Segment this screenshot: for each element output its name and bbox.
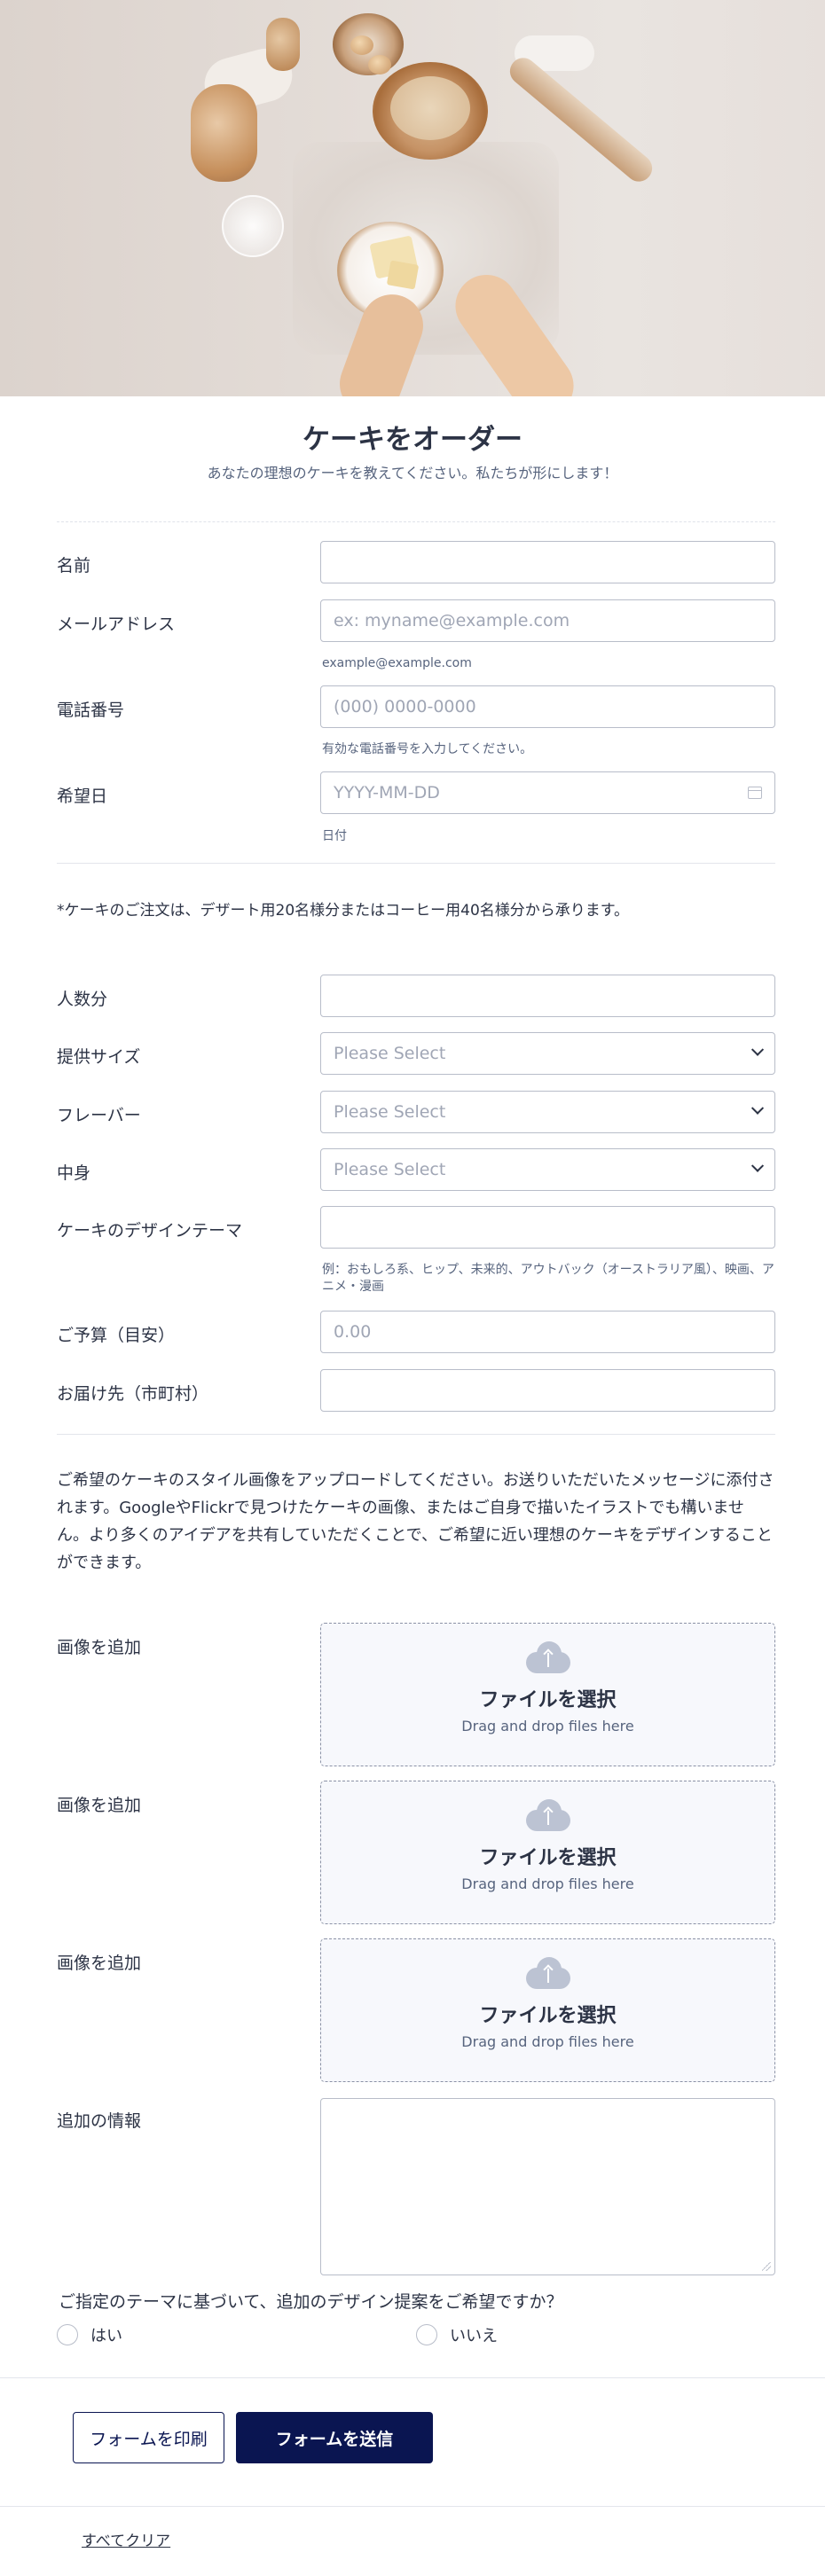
filling-selected: Please Select — [334, 1160, 446, 1179]
delivery-label: お届け先（市町村） — [57, 1384, 209, 1404]
size-select[interactable]: Please Select — [320, 1032, 775, 1075]
email-label: メールアドレス — [57, 615, 176, 634]
delivery-input[interactable] — [320, 1369, 775, 1412]
clear-all-link[interactable]: すべてクリア — [82, 2528, 170, 2550]
hero-butter-shape — [386, 260, 420, 290]
chevron-down-icon — [750, 1159, 765, 1172]
hero-pepper-shape — [266, 18, 300, 71]
drag-drop-hint: Drag and drop files here — [461, 1875, 634, 1892]
size-label: 提供サイズ — [57, 1047, 141, 1067]
date-input[interactable]: YYYY-MM-DD — [320, 771, 775, 814]
cloud-upload-icon — [525, 1957, 570, 1989]
email-sublabel: example@example.com — [322, 656, 472, 670]
choose-file-button[interactable]: ファイルを選択 — [479, 1842, 616, 1870]
header-divider — [57, 521, 775, 522]
form-title: ケーキをオーダー — [302, 424, 522, 456]
hero-jar-shape — [191, 84, 257, 182]
phone-placeholder: (000) 0000-0000 — [334, 697, 476, 716]
servings-input[interactable] — [320, 975, 775, 1017]
budget-input[interactable]: 0.00 — [320, 1311, 775, 1353]
file-upload-dropzone[interactable]: ファイルを選択 Drag and drop files here — [320, 1781, 775, 1924]
theme-input[interactable] — [320, 1206, 775, 1249]
chevron-down-icon — [750, 1043, 765, 1056]
resize-handle-icon[interactable] — [762, 2262, 771, 2271]
budget-placeholder: 0.00 — [334, 1322, 372, 1342]
radio-circle-icon[interactable] — [416, 2324, 437, 2345]
phone-input[interactable]: (000) 0000-0000 — [320, 685, 775, 728]
theme-sublabel: 例：おもしろ系、ヒップ、未来的、アウトバック（オーストラリア風）、映画、アニメ・… — [322, 1263, 774, 1294]
additional-info-textarea[interactable] — [320, 2098, 775, 2275]
budget-label: ご予算（目安） — [57, 1326, 176, 1345]
cloud-upload-icon — [525, 1799, 570, 1831]
print-form-button[interactable]: フォームを印刷 — [73, 2412, 224, 2463]
size-selected: Please Select — [334, 1044, 446, 1063]
chevron-down-icon — [750, 1101, 765, 1115]
phone-label: 電話番号 — [57, 701, 125, 720]
theme-label: ケーキのデザインテーマ — [57, 1221, 243, 1241]
flavor-select[interactable]: Please Select — [320, 1091, 775, 1133]
upload-note: ご希望のケーキのスタイル画像をアップロードしてください。お送りいただいたメッセー… — [57, 1471, 774, 1572]
date-placeholder: YYYY-MM-DD — [334, 783, 440, 803]
cake-order-form-page: ケーキをオーダー あなたの理想のケーキを教えてください。私たちが形にします！ 名… — [0, 0, 825, 2576]
upload-label: 画像を追加 — [57, 1638, 142, 1657]
flavor-label: フレーバー — [57, 1106, 141, 1125]
flavor-selected: Please Select — [334, 1102, 446, 1122]
calendar-icon[interactable] — [748, 787, 762, 799]
hero-egg-shape — [350, 35, 373, 55]
choose-file-button[interactable]: ファイルを選択 — [479, 1684, 616, 1712]
radio-label-yes: はい — [90, 2327, 122, 2345]
radio-label-no: いいえ — [450, 2327, 498, 2345]
order-note: *ケーキのご注文は、デザート用20名様分またはコーヒー用40名様分から承ります。 — [57, 902, 630, 920]
upload-label: 画像を追加 — [57, 1796, 142, 1815]
hero-baking-image — [0, 0, 825, 396]
filling-label: 中身 — [57, 1163, 91, 1183]
date-sublabel: 日付 — [322, 829, 347, 843]
phone-sublabel: 有効な電話番号を入力してください。 — [322, 742, 533, 756]
name-label: 名前 — [57, 556, 91, 575]
filling-select[interactable]: Please Select — [320, 1148, 775, 1191]
hero-glass-shape — [222, 195, 284, 257]
date-label: 希望日 — [57, 787, 108, 806]
email-placeholder: ex: myname@example.com — [334, 611, 570, 630]
form-subtitle: あなたの理想のケーキを教えてください。私たちが形にします！ — [207, 465, 618, 482]
name-input[interactable] — [320, 541, 775, 583]
design-question: ご指定のテーマに基づいて、追加のデザイン提案をご希望ですか？ — [59, 2292, 563, 2312]
choose-file-button[interactable]: ファイルを選択 — [479, 2000, 616, 2028]
actions-divider — [0, 2377, 825, 2378]
hero-batter-shape — [390, 76, 470, 140]
file-upload-dropzone[interactable]: ファイルを選択 Drag and drop files here — [320, 1938, 775, 2082]
email-input[interactable]: ex: myname@example.com — [320, 599, 775, 642]
drag-drop-hint: Drag and drop files here — [461, 2033, 634, 2050]
radio-option-no[interactable]: いいえ — [416, 2323, 498, 2346]
submit-form-button[interactable]: フォームを送信 — [236, 2412, 433, 2463]
file-upload-dropzone[interactable]: ファイルを選択 Drag and drop files here — [320, 1623, 775, 1766]
upload-label: 画像を追加 — [57, 1954, 142, 1973]
drag-drop-hint: Drag and drop files here — [461, 1718, 634, 1734]
section-divider — [57, 863, 775, 864]
hero-egg-shape — [368, 55, 391, 74]
radio-circle-icon[interactable] — [57, 2324, 78, 2345]
radio-option-yes[interactable]: はい — [57, 2323, 122, 2346]
footer-divider — [0, 2506, 825, 2507]
cloud-upload-icon — [525, 1641, 570, 1673]
section-divider — [57, 1434, 775, 1435]
additional-info-label: 追加の情報 — [57, 2111, 142, 2131]
servings-label: 人数分 — [57, 990, 108, 1009]
